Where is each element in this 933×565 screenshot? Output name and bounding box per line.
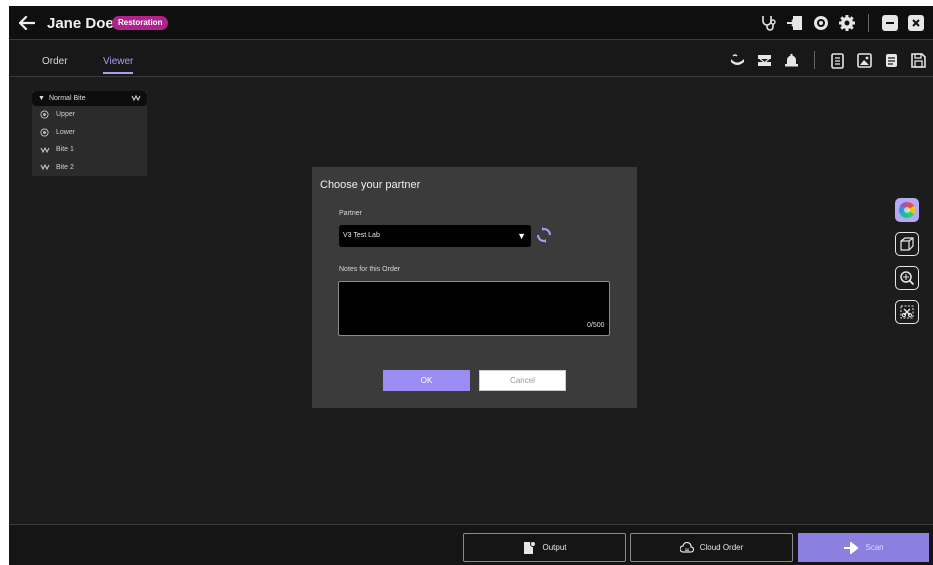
layer-item-lower[interactable]: Lower (32, 124, 147, 142)
eye-icon[interactable] (40, 110, 50, 119)
bite-icon (131, 94, 141, 103)
layer-group-header[interactable]: ▼ Normal Bite (32, 91, 147, 106)
layer-item-bite-2[interactable]: Bite 2 (32, 159, 147, 177)
scan-button[interactable]: Scan (798, 533, 929, 562)
scan-label: Scan (865, 543, 884, 552)
image-icon[interactable] (856, 52, 873, 69)
target-icon[interactable] (812, 14, 830, 32)
dialog-title: Choose your partner (320, 179, 421, 191)
color-wheel-icon[interactable] (895, 198, 919, 222)
clipboard-icon[interactable] (829, 52, 846, 69)
eye-icon[interactable] (40, 128, 50, 137)
file-export-icon (522, 540, 537, 555)
layer-item-upper[interactable]: Upper (32, 106, 147, 124)
layer-group-label: Normal Bite (48, 95, 86, 102)
layer-item-label: Lower (56, 128, 76, 136)
settings-icon[interactable] (838, 14, 856, 32)
output-label: Output (542, 543, 567, 552)
toolbar-separator (868, 14, 869, 32)
notes-character-counter: 0/500 (587, 322, 605, 329)
view-toolbar (729, 51, 927, 69)
bite-icon (40, 146, 50, 153)
active-tab-indicator (103, 72, 133, 74)
notes-label: Notes for this Order (339, 266, 401, 273)
layer-panel: ▼ Normal Bite Upper Lower Bite 1 Bite 2 (32, 91, 147, 176)
minimize-icon[interactable] (881, 14, 899, 32)
notes-icon[interactable] (883, 52, 900, 69)
cloud-icon (679, 541, 694, 554)
tab-bar: Order Viewer (9, 40, 933, 77)
tab-order[interactable]: Order (42, 56, 68, 67)
dropdown-caret-icon[interactable]: ▼ (517, 225, 526, 247)
back-arrow-icon[interactable] (15, 12, 39, 34)
layer-item-label: Upper (56, 111, 76, 119)
side-toolbar (895, 198, 922, 334)
cube-icon[interactable] (895, 232, 919, 256)
layer-item-label: Bite 1 (56, 146, 74, 154)
cloud-order-button[interactable]: Cloud Order (630, 533, 793, 562)
title-toolbar (760, 13, 925, 33)
notes-textarea[interactable] (338, 281, 610, 336)
bell-icon[interactable] (783, 52, 800, 69)
bite-icon (40, 164, 50, 171)
close-icon[interactable] (907, 14, 925, 32)
save-icon[interactable] (910, 52, 927, 69)
partner-select-value: V3 Test Lab (343, 232, 380, 239)
output-button[interactable]: Output (463, 533, 626, 562)
layer-item-label: Bite 2 (56, 163, 74, 171)
stethoscope-icon[interactable] (760, 14, 778, 32)
tab-viewer[interactable]: Viewer (103, 56, 133, 67)
app-window: Jane Doe Restoration Order Viewer ▼ Norm… (9, 6, 933, 565)
refresh-icon[interactable] (536, 227, 552, 243)
partner-label: Partner (339, 210, 362, 217)
footer-bar: Output Cloud Order Scan (9, 524, 933, 565)
cloud-order-label: Cloud Order (699, 543, 744, 552)
choose-partner-dialog: Choose your partner Partner V3 Test Lab … (312, 167, 637, 408)
patient-name: Jane Doe (47, 15, 114, 32)
import-icon[interactable] (786, 14, 804, 32)
cancel-button[interactable]: Cancel (479, 370, 566, 391)
case-type-badge: Restoration (112, 16, 169, 30)
trim-icon[interactable] (895, 300, 919, 324)
view-toolbar-separator (814, 51, 815, 69)
ok-button[interactable]: OK (383, 370, 470, 391)
occlusion-icon[interactable] (756, 52, 773, 69)
jaw-view-icon[interactable] (729, 52, 746, 69)
title-bar: Jane Doe Restoration (9, 6, 933, 40)
arrow-right-icon (843, 541, 859, 554)
layer-item-bite-1[interactable]: Bite 1 (32, 141, 147, 159)
partner-select[interactable]: V3 Test Lab ▼ (339, 225, 531, 247)
collapse-caret-icon[interactable]: ▼ (38, 95, 45, 102)
zoom-icon[interactable] (895, 266, 919, 290)
